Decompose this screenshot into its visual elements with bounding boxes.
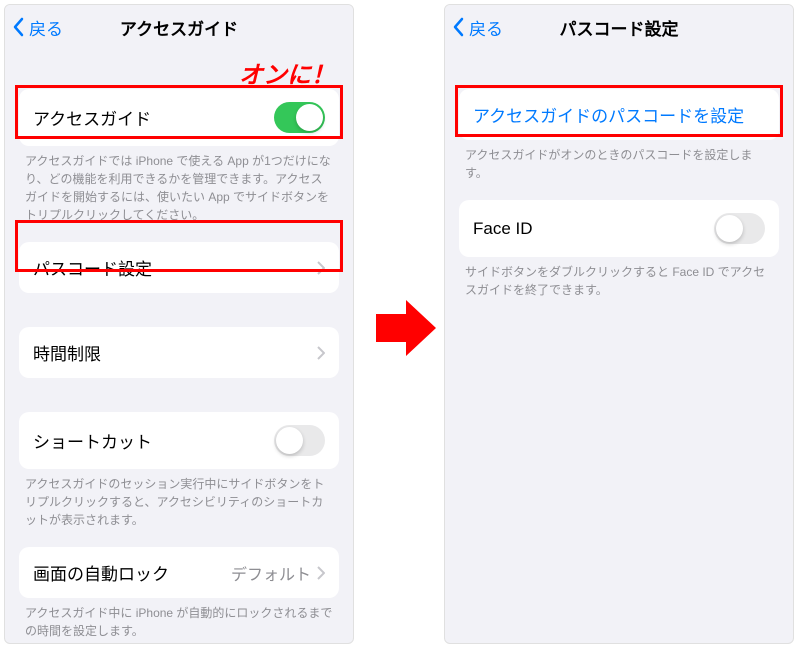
passcode-settings-label: パスコード設定: [33, 255, 152, 280]
toggle-knob-icon: [296, 104, 323, 131]
passcode-settings-cell[interactable]: パスコード設定: [19, 242, 339, 293]
annotation-text: オンに！: [239, 55, 335, 90]
chevron-right-icon: [317, 566, 325, 580]
toggle-knob-icon: [716, 215, 743, 242]
face-id-toggle[interactable]: [714, 213, 765, 244]
toggle-knob-icon: [276, 427, 303, 454]
chevron-right-icon: [317, 261, 325, 275]
auto-lock-value: デフォルト: [231, 561, 311, 585]
navbar: 戻る パスコード設定: [445, 5, 793, 49]
time-limit-label: 時間制限: [33, 340, 101, 365]
chevron-right-icon: [317, 346, 325, 360]
set-passcode-footer: アクセスガイドがオンのときのパスコードを設定します。: [465, 146, 773, 182]
set-passcode-cell[interactable]: アクセスガイドのパスコードを設定: [459, 89, 779, 140]
shortcut-toggle[interactable]: [274, 425, 325, 456]
auto-lock-footer: アクセスガイド中に iPhone が自動的にロックされるまでの時間を設定します。: [25, 604, 333, 640]
access-guide-cell[interactable]: アクセスガイド: [19, 89, 339, 146]
auto-lock-label: 画面の自動ロック: [33, 560, 169, 585]
access-guide-toggle[interactable]: [274, 102, 325, 133]
access-guide-footer: アクセスガイドでは iPhone で使える App が1つだけになり、どの機能を…: [25, 152, 333, 224]
face-id-cell[interactable]: Face ID: [459, 200, 779, 257]
back-label: 戻る: [29, 15, 63, 40]
face-id-footer: サイドボタンをダブルクリックすると Face ID でアクセスガイドを終了できま…: [465, 263, 773, 299]
chevron-left-icon: [453, 17, 465, 37]
auto-lock-cell[interactable]: 画面の自動ロック デフォルト: [19, 547, 339, 598]
time-limit-cell[interactable]: 時間制限: [19, 327, 339, 378]
shortcut-footer: アクセスガイドのセッション実行中にサイドボタンをトリプルクリックすると、アクセシ…: [25, 475, 333, 529]
back-button[interactable]: 戻る: [453, 15, 503, 40]
chevron-left-icon: [13, 17, 25, 37]
phone-screen-right: 戻る パスコード設定 アクセスガイドのパスコードを設定 アクセスガイドがオンのと…: [444, 4, 794, 644]
arrow-icon: [376, 300, 436, 356]
shortcut-label: ショートカット: [33, 428, 152, 453]
access-guide-label: アクセスガイド: [33, 105, 151, 130]
face-id-label: Face ID: [473, 219, 533, 239]
back-button[interactable]: 戻る: [13, 15, 63, 40]
set-passcode-label: アクセスガイドのパスコードを設定: [473, 102, 744, 127]
phone-screen-left: 戻る アクセスガイド オンに！ アクセスガイド アクセスガイドでは iPhone…: [4, 4, 354, 644]
back-label: 戻る: [469, 15, 503, 40]
shortcut-cell[interactable]: ショートカット: [19, 412, 339, 469]
navbar: 戻る アクセスガイド: [5, 5, 353, 49]
